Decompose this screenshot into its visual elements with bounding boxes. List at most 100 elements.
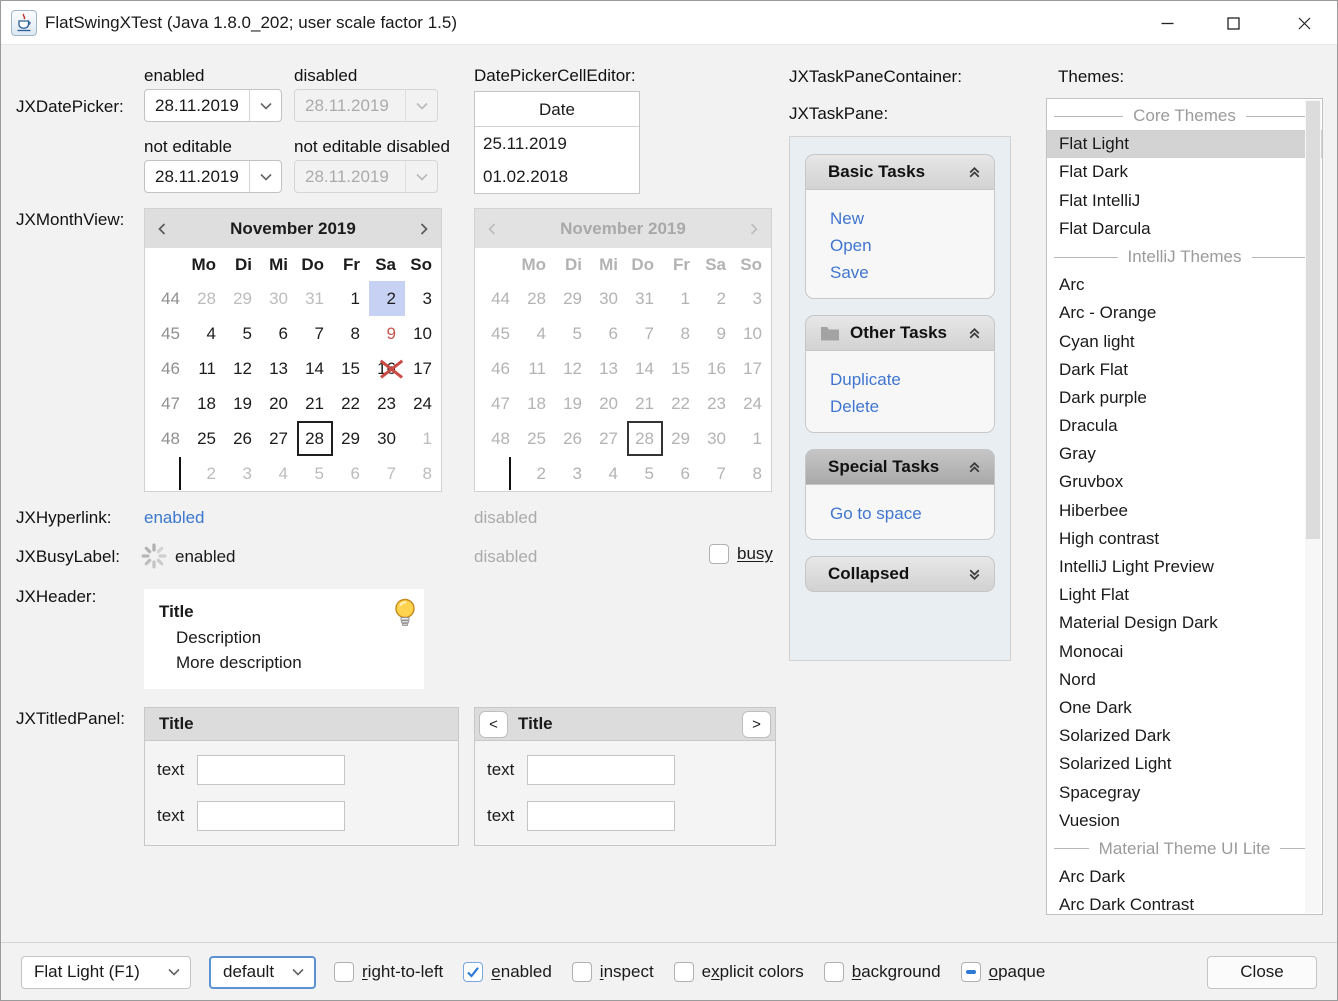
calendar-day[interactable]: 29 xyxy=(333,421,369,456)
collapse-icon[interactable] xyxy=(967,326,982,341)
checkbox-inspect[interactable]: inspect xyxy=(572,962,654,982)
theme-item[interactable]: Dark Flat xyxy=(1047,356,1322,384)
calendar-day[interactable]: 31 xyxy=(297,281,333,316)
collapse-icon[interactable] xyxy=(967,460,982,475)
theme-item[interactable]: Arc xyxy=(1047,271,1322,299)
calendar-day[interactable]: 28 xyxy=(297,421,333,456)
task-link[interactable]: Go to space xyxy=(830,500,994,527)
calendar-day[interactable]: 16 xyxy=(369,351,405,386)
calendar-day[interactable]: 14 xyxy=(297,351,333,386)
calendar-day[interactable]: 24 xyxy=(405,386,441,421)
text-input[interactable] xyxy=(197,801,345,831)
calendar-day[interactable]: 27 xyxy=(261,421,297,456)
calendar-day[interactable]: 10 xyxy=(405,316,441,351)
theme-item[interactable]: Nord xyxy=(1047,666,1322,694)
calendar-day[interactable]: 8 xyxy=(405,456,441,491)
theme-item[interactable]: High contrast xyxy=(1047,525,1322,553)
calendar-day[interactable]: 21 xyxy=(297,386,333,421)
enabled-checkbox-label[interactable]: enabled xyxy=(491,962,552,982)
text-input[interactable] xyxy=(527,755,675,785)
theme-combobox[interactable]: Flat Light (F1) xyxy=(21,956,191,989)
scrollbar-thumb[interactable] xyxy=(1306,101,1320,539)
chevron-down-icon[interactable] xyxy=(249,161,281,192)
busy-checkbox[interactable] xyxy=(709,544,729,564)
minimize-button[interactable] xyxy=(1142,1,1192,45)
date-cell[interactable]: 01.02.2018 xyxy=(475,160,639,193)
enabled-checkbox[interactable] xyxy=(463,962,483,982)
inspect-checkbox-label[interactable]: inspect xyxy=(600,962,654,982)
expand-icon[interactable] xyxy=(967,567,982,582)
calendar-day[interactable]: 4 xyxy=(261,456,297,491)
calendar-day[interactable]: 13 xyxy=(261,351,297,386)
hyperlink-enabled[interactable]: enabled xyxy=(144,508,205,528)
date-cell[interactable]: 25.11.2019 xyxy=(475,127,639,160)
theme-item[interactable]: One Dark xyxy=(1047,694,1322,722)
calendar-day[interactable]: 6 xyxy=(333,456,369,491)
calendar-day[interactable]: 2 xyxy=(189,456,225,491)
calendar-day[interactable]: 28 xyxy=(189,281,225,316)
theme-item[interactable]: Spacegray xyxy=(1047,779,1322,807)
theme-item[interactable]: Hiberbee xyxy=(1047,497,1322,525)
calendar-day[interactable]: 23 xyxy=(369,386,405,421)
date-column-header[interactable]: Date xyxy=(475,92,639,127)
calendar-day[interactable]: 7 xyxy=(369,456,405,491)
calendar-day[interactable]: 6 xyxy=(261,316,297,351)
calendar-day[interactable]: 2 xyxy=(369,281,405,316)
checkbox-right-to-left[interactable]: right-to-left xyxy=(334,962,443,982)
prev-button[interactable]: < xyxy=(479,711,508,738)
calendar-day[interactable]: 3 xyxy=(405,281,441,316)
checkbox-opaque[interactable]: opaque xyxy=(961,962,1046,982)
calendar-day[interactable]: 22 xyxy=(333,386,369,421)
theme-item[interactable]: Dracula xyxy=(1047,412,1322,440)
scale-combobox[interactable]: default xyxy=(209,956,316,989)
calendar-day[interactable]: 17 xyxy=(405,351,441,386)
busy-checkbox-row[interactable]: busy xyxy=(709,544,773,564)
background-checkbox-label[interactable]: background xyxy=(852,962,941,982)
task-link[interactable]: Delete xyxy=(830,393,994,420)
busy-checkbox-label[interactable]: busy xyxy=(737,544,773,564)
theme-item[interactable]: Arc - Orange xyxy=(1047,299,1322,327)
theme-item[interactable]: IntelliJ Light Preview xyxy=(1047,553,1322,581)
calendar-day[interactable]: 5 xyxy=(297,456,333,491)
task-pane-header[interactable]: Other Tasks xyxy=(805,315,995,351)
explicit-colors-checkbox-label[interactable]: explicit colors xyxy=(702,962,804,982)
calendar-day[interactable]: 25 xyxy=(189,421,225,456)
background-checkbox[interactable] xyxy=(824,962,844,982)
calendar-day[interactable]: 26 xyxy=(225,421,261,456)
maximize-button[interactable] xyxy=(1208,1,1258,45)
calendar-day[interactable]: 12 xyxy=(225,351,261,386)
collapse-icon[interactable] xyxy=(967,165,982,180)
theme-item[interactable]: Solarized Dark xyxy=(1047,722,1322,750)
theme-item[interactable]: Flat IntelliJ xyxy=(1047,187,1322,215)
calendar-day[interactable]: 20 xyxy=(261,386,297,421)
theme-item[interactable]: Monocai xyxy=(1047,638,1322,666)
calendar-day[interactable]: 11 xyxy=(189,351,225,386)
next-button[interactable]: > xyxy=(742,711,771,738)
theme-item[interactable]: Flat Darcula xyxy=(1047,215,1322,243)
close-button[interactable]: Close xyxy=(1207,956,1317,989)
theme-item[interactable]: Arc Dark xyxy=(1047,863,1322,891)
theme-item[interactable]: Gruvbox xyxy=(1047,468,1322,496)
task-link[interactable]: Duplicate xyxy=(830,366,994,393)
calendar-day[interactable]: 30 xyxy=(261,281,297,316)
datepicker-noteditable[interactable]: 28.11.2019 xyxy=(144,160,282,193)
theme-item[interactable]: Arc Dark Contrast xyxy=(1047,891,1322,915)
task-link[interactable]: New xyxy=(830,205,994,232)
task-pane-header[interactable]: Basic Tasks xyxy=(805,154,995,190)
calendar-day[interactable]: 4 xyxy=(189,316,225,351)
right-to-left-checkbox-label[interactable]: right-to-left xyxy=(362,962,443,982)
right-to-left-checkbox[interactable] xyxy=(334,962,354,982)
calendar-day[interactable]: 1 xyxy=(405,421,441,456)
task-link[interactable]: Open xyxy=(830,232,994,259)
inspect-checkbox[interactable] xyxy=(572,962,592,982)
calendar-day[interactable]: 19 xyxy=(225,386,261,421)
calendar-day[interactable]: 15 xyxy=(333,351,369,386)
checkbox-explicit-colors[interactable]: explicit colors xyxy=(674,962,804,982)
calendar-day[interactable]: 3 xyxy=(225,456,261,491)
theme-item[interactable]: Dark purple xyxy=(1047,384,1322,412)
calendar-day[interactable]: 5 xyxy=(225,316,261,351)
theme-item[interactable]: Flat Light xyxy=(1047,130,1322,158)
theme-item[interactable]: Vuesion xyxy=(1047,807,1322,835)
checkbox-enabled[interactable]: enabled xyxy=(463,962,552,982)
calendar-day[interactable]: 29 xyxy=(225,281,261,316)
